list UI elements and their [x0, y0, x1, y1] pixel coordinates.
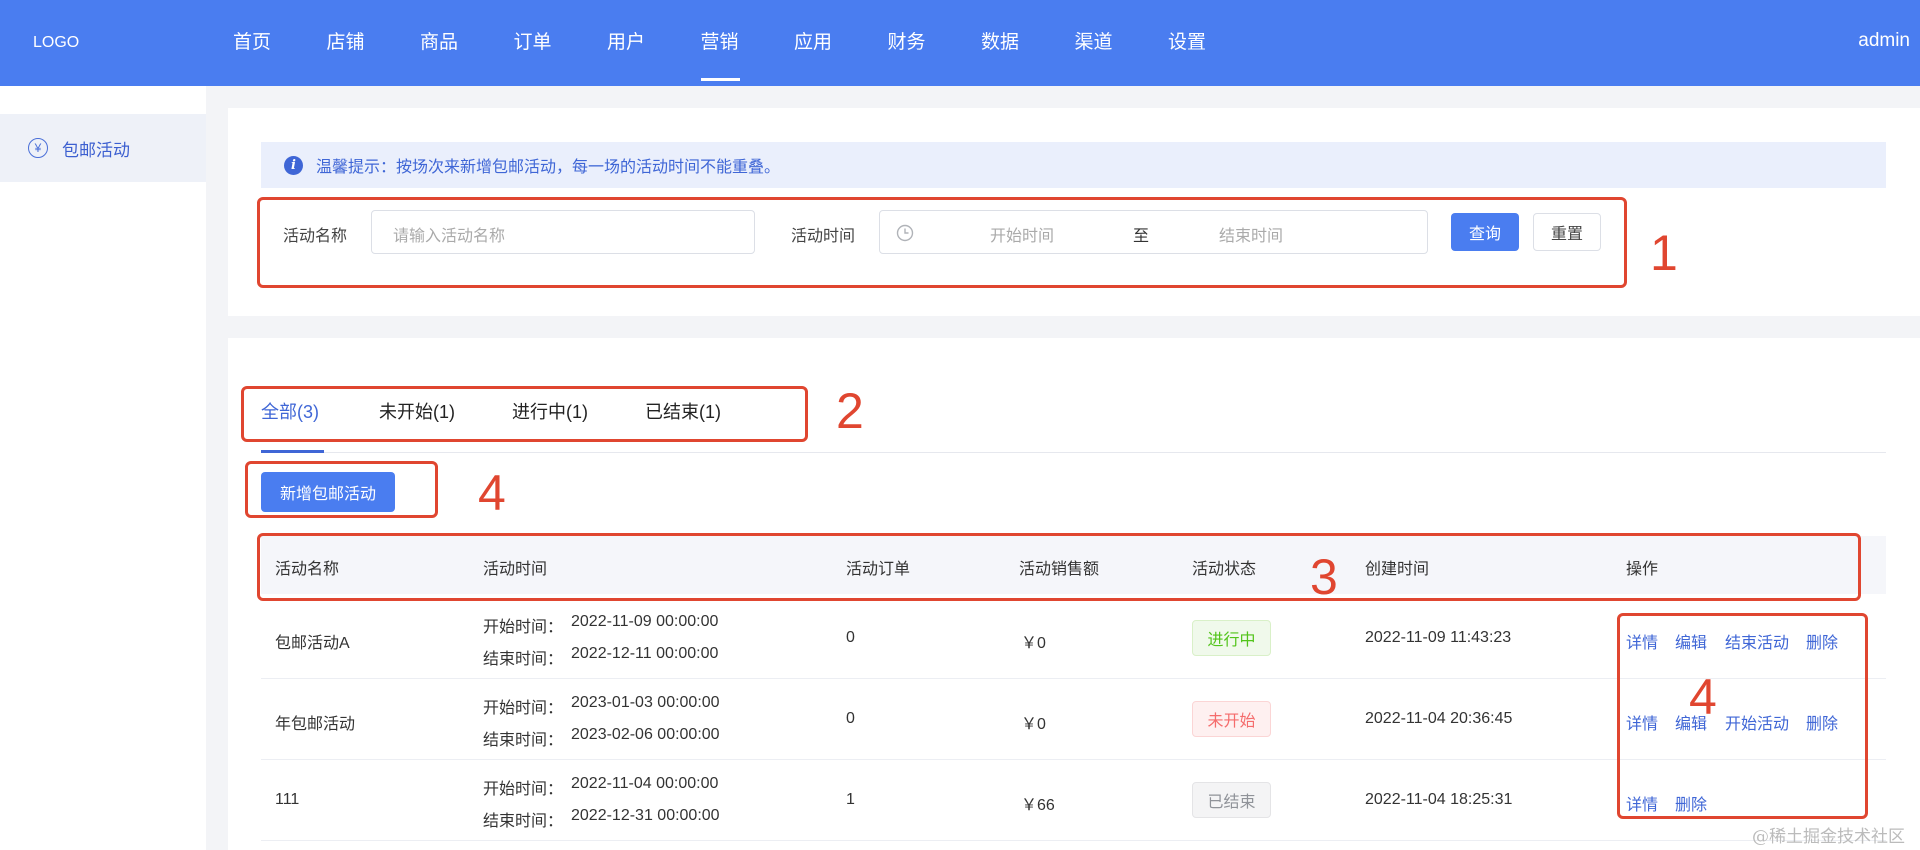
nav-item-users[interactable]: 用户 — [607, 0, 701, 86]
nav-item-finance[interactable]: 财务 — [888, 0, 982, 86]
row-2-orders: 0 — [846, 710, 855, 727]
nav-item-store[interactable]: 店铺 — [327, 0, 421, 86]
nav-item-orders[interactable]: 订单 — [514, 0, 608, 86]
row-2-start-label: 开始时间： — [483, 700, 564, 717]
row-2-end-label: 结束时间： — [483, 732, 564, 749]
annotation-number-4a: 4 — [478, 465, 506, 521]
tip-banner: i 温馨提示：按场次来新增包邮活动，每一场的活动时间不能重叠。 — [261, 142, 1886, 188]
tab-divider — [261, 452, 1886, 453]
row-1-status-badge: 进行中 — [1192, 620, 1271, 656]
annotation-number-2: 2 — [836, 383, 864, 439]
row-3-status-badge: 已结束 — [1192, 782, 1271, 818]
watermark: @稀土掘金技术社区 — [1752, 827, 1905, 847]
row-2-start: 2023-01-03 00:00:00 — [571, 694, 720, 711]
nav-item-data[interactable]: 数据 — [981, 0, 1075, 86]
row-1-end-label: 结束时间： — [483, 651, 564, 668]
row-3-created: 2022-11-04 18:25:31 — [1365, 791, 1513, 808]
row-3-end: 2022-12-31 00:00:00 — [571, 807, 720, 824]
row-separator — [261, 840, 1886, 841]
tip-text: 温馨提示：按场次来新增包邮活动，每一场的活动时间不能重叠。 — [316, 159, 781, 176]
info-icon: i — [284, 155, 303, 175]
nav-item-products[interactable]: 商品 — [420, 0, 514, 86]
annotation-box-3 — [257, 533, 1861, 601]
sidebar-item-label: 包邮活动 — [62, 140, 130, 160]
row-3-name: 111 — [275, 791, 300, 808]
main-nav: 首页 店铺 商品 订单 用户 营销 应用 财务 数据 渠道 设置 — [233, 0, 1262, 86]
row-1-name: 包邮活动A — [275, 635, 350, 652]
row-2-sales: ￥0 — [1021, 716, 1046, 733]
nav-item-apps[interactable]: 应用 — [794, 0, 888, 86]
row-1-sales: ￥0 — [1021, 635, 1046, 652]
nav-item-channels[interactable]: 渠道 — [1075, 0, 1169, 86]
annotation-number-4b: 4 — [1689, 669, 1717, 725]
nav-item-marketing[interactable]: 营销 — [700, 0, 795, 86]
row-3-start-label: 开始时间： — [483, 781, 564, 798]
annotation-box-1 — [257, 197, 1627, 288]
tab-active-indicator — [261, 450, 324, 453]
annotation-box-4a — [245, 461, 438, 518]
top-navbar: LOGO 首页 店铺 商品 订单 用户 营销 应用 财务 数据 渠道 设置 ad… — [0, 0, 1920, 86]
row-1-end: 2022-12-11 00:00:00 — [571, 645, 719, 662]
annotation-number-1: 1 — [1650, 225, 1678, 281]
nav-item-settings[interactable]: 设置 — [1168, 0, 1262, 86]
row-2-status-badge: 未开始 — [1192, 701, 1271, 737]
row-2-end: 2023-02-06 00:00:00 — [571, 726, 720, 743]
yen-circle-icon: ¥ — [28, 138, 48, 158]
user-menu[interactable]: admin — [1858, 30, 1910, 52]
row-3-end-label: 结束时间： — [483, 813, 564, 830]
row-1-orders: 0 — [846, 629, 855, 646]
row-1-created: 2022-11-09 11:43:23 — [1365, 629, 1512, 646]
row-1-start-label: 开始时间： — [483, 619, 564, 636]
annotation-box-2 — [241, 386, 808, 442]
sidebar-item-free-shipping[interactable]: ¥ 包邮活动 — [0, 114, 206, 182]
sidebar: ¥ 包邮活动 — [0, 86, 206, 850]
row-3-start: 2022-11-04 00:00:00 — [571, 775, 719, 792]
nav-item-home[interactable]: 首页 — [233, 0, 327, 86]
row-3-sales: ￥66 — [1021, 797, 1055, 814]
row-3-orders: 1 — [846, 791, 855, 808]
logo[interactable]: LOGO — [33, 34, 79, 52]
annotation-box-4b — [1617, 613, 1868, 819]
annotation-number-3: 3 — [1310, 549, 1338, 605]
row-2-name: 年包邮活动 — [275, 716, 356, 733]
row-2-created: 2022-11-04 20:36:45 — [1365, 710, 1513, 727]
row-1-start: 2022-11-09 00:00:00 — [571, 613, 719, 630]
